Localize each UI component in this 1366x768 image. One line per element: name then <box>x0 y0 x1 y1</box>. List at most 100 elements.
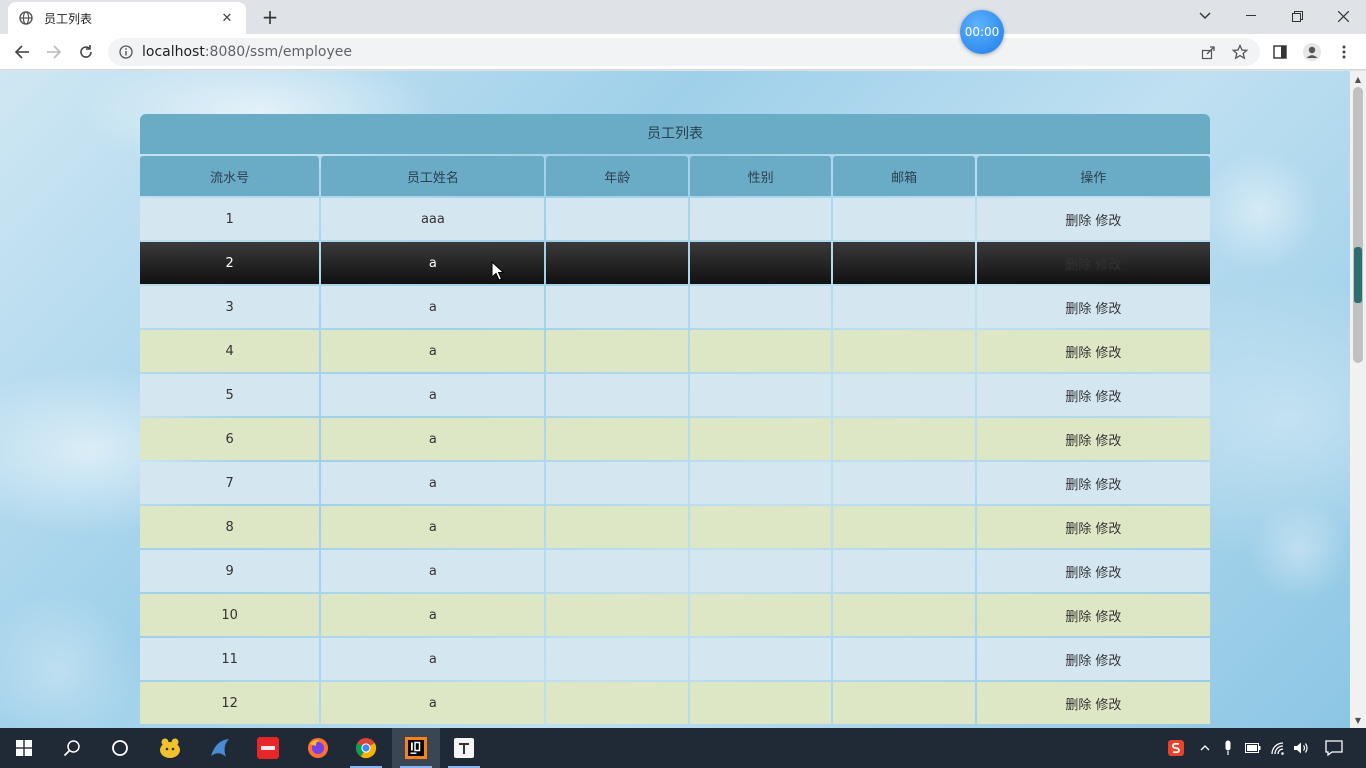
scroll-down-icon[interactable]: ▼ <box>1350 712 1366 728</box>
edit-link[interactable]: 修改 <box>1095 302 1121 317</box>
sogou-icon[interactable] <box>1164 728 1188 768</box>
cell-gender <box>689 330 832 372</box>
row-actions: 删除 修改 <box>1063 434 1123 449</box>
delete-link[interactable]: 删除 <box>1065 698 1091 713</box>
edit-link[interactable]: 修改 <box>1095 434 1121 449</box>
delete-link[interactable]: 删除 <box>1065 654 1091 669</box>
close-tab-icon[interactable]: ✕ <box>218 9 236 27</box>
tab-title: 员工列表 <box>44 11 93 26</box>
share-icon[interactable] <box>1194 38 1222 66</box>
edit-link[interactable]: 修改 <box>1095 346 1121 361</box>
table-row[interactable]: 9 a 删除 修改 <box>140 550 1210 592</box>
browser-tab[interactable]: 员工列表 ✕ <box>8 2 246 34</box>
youdao-icon[interactable] <box>244 728 292 768</box>
cell-name: a <box>321 594 545 636</box>
delete-link[interactable]: 删除 <box>1065 566 1091 581</box>
table-row[interactable]: 7 a 删除 修改 <box>140 462 1210 504</box>
menu-kebab-icon[interactable] <box>1330 38 1358 66</box>
edit-link[interactable]: 修改 <box>1095 390 1121 405</box>
cell-actions: 删除 修改 <box>976 506 1210 548</box>
cortana-icon[interactable] <box>96 728 144 768</box>
search-icon[interactable] <box>48 728 96 768</box>
table-header-row: 流水号 员工姓名 年龄 性别 邮箱 操作 <box>140 156 1210 196</box>
cell-gender <box>689 286 832 328</box>
cell-actions: 删除 修改 <box>976 374 1210 416</box>
cell-email <box>833 374 975 416</box>
notification-icon[interactable] <box>1320 728 1348 768</box>
scroll-up-icon[interactable]: ▲ <box>1350 71 1366 87</box>
reload-icon[interactable] <box>72 38 100 66</box>
wifi-icon[interactable] <box>1268 728 1288 768</box>
table-row[interactable]: 5 a 删除 修改 <box>140 374 1210 416</box>
new-tab-button[interactable]: + <box>258 5 282 29</box>
cell-gender <box>689 462 832 504</box>
edit-link[interactable]: 修改 <box>1095 610 1121 625</box>
edit-link[interactable]: 修改 <box>1095 698 1121 713</box>
tab-search-icon[interactable] <box>1182 4 1228 28</box>
minimize-icon[interactable] <box>1228 4 1274 28</box>
edit-link[interactable]: 修改 <box>1095 654 1121 669</box>
chevron-up-icon[interactable] <box>1196 728 1214 768</box>
delete-link[interactable]: 删除 <box>1065 434 1091 449</box>
table-row[interactable]: 3 a 删除 修改 <box>140 286 1210 328</box>
close-window-icon[interactable] <box>1320 4 1366 28</box>
edit-link[interactable]: 修改 <box>1095 214 1121 229</box>
firefox-icon[interactable] <box>294 728 342 768</box>
volume-icon[interactable] <box>1291 728 1311 768</box>
delete-link[interactable]: 删除 <box>1065 390 1091 405</box>
cell-actions: 删除 修改 <box>976 550 1210 592</box>
table-row[interactable]: 4 a 删除 修改 <box>140 330 1210 372</box>
table-row[interactable]: 12 a 删除 修改 <box>140 682 1210 724</box>
site-info-icon[interactable] <box>118 44 134 60</box>
start-icon[interactable] <box>0 728 48 768</box>
cell-name: a <box>321 374 545 416</box>
intellij-icon[interactable] <box>392 728 440 768</box>
mic-icon[interactable] <box>1219 728 1237 768</box>
cell-actions: 删除 修改 <box>976 418 1210 460</box>
profile-icon[interactable] <box>1298 38 1326 66</box>
cell-id: 3 <box>140 286 320 328</box>
scrollbar-thumb[interactable] <box>1353 87 1363 363</box>
back-icon[interactable] <box>8 38 36 66</box>
edit-link[interactable]: 修改 <box>1095 522 1121 537</box>
col-header-email: 邮箱 <box>833 156 975 196</box>
row-actions: 删除 修改 <box>1063 214 1123 229</box>
cell-gender <box>689 198 832 240</box>
cell-email <box>833 682 975 724</box>
cell-name: aaa <box>321 198 545 240</box>
cell-age <box>546 638 688 680</box>
side-panel-icon[interactable] <box>1266 38 1294 66</box>
app-yellow-icon[interactable] <box>146 728 194 768</box>
delete-link[interactable]: 删除 <box>1065 478 1091 493</box>
delete-link[interactable]: 删除 <box>1065 610 1091 625</box>
chrome-icon[interactable] <box>342 728 390 768</box>
cell-name: a <box>321 330 545 372</box>
restore-icon[interactable] <box>1274 4 1320 28</box>
table-row[interactable]: 10 a 删除 修改 <box>140 594 1210 636</box>
table-row[interactable]: 8 a 删除 修改 <box>140 506 1210 548</box>
delete-link[interactable]: 删除 <box>1065 258 1091 273</box>
table-body: 1 aaa 删除 修改 2 a 删除 修改 3 a 删除 修改 4 a 删除 修改 5 a 删除 修改 6 a 删除 修改 7 a… <box>140 198 1210 724</box>
battery-icon[interactable] <box>1243 728 1263 768</box>
edit-link[interactable]: 修改 <box>1095 478 1121 493</box>
row-actions: 删除 修改 <box>1063 302 1123 317</box>
table-row[interactable]: 11 a 删除 修改 <box>140 638 1210 680</box>
page-scrollbar[interactable]: ▲ ▼ <box>1350 71 1366 728</box>
typora-icon[interactable] <box>440 728 488 768</box>
edit-link[interactable]: 修改 <box>1095 566 1121 581</box>
forward-icon[interactable] <box>40 38 68 66</box>
delete-link[interactable]: 删除 <box>1065 522 1091 537</box>
edit-link[interactable]: 修改 <box>1095 258 1121 273</box>
delete-link[interactable]: 删除 <box>1065 302 1091 317</box>
table-row[interactable]: 1 aaa 删除 修改 <box>140 198 1210 240</box>
delete-link[interactable]: 删除 <box>1065 346 1091 361</box>
recording-timer-badge[interactable]: 00:00 <box>960 10 1004 54</box>
bookmark-star-icon[interactable] <box>1226 38 1254 66</box>
app-blue-icon[interactable] <box>196 728 244 768</box>
cell-name: a <box>321 682 545 724</box>
delete-link[interactable]: 删除 <box>1065 214 1091 229</box>
cell-id: 11 <box>140 638 320 680</box>
table-row[interactable]: 2 a 删除 修改 <box>140 242 1210 284</box>
table-row[interactable]: 6 a 删除 修改 <box>140 418 1210 460</box>
address-bar[interactable]: localhost:8080/ssm/employee <box>108 38 1260 66</box>
